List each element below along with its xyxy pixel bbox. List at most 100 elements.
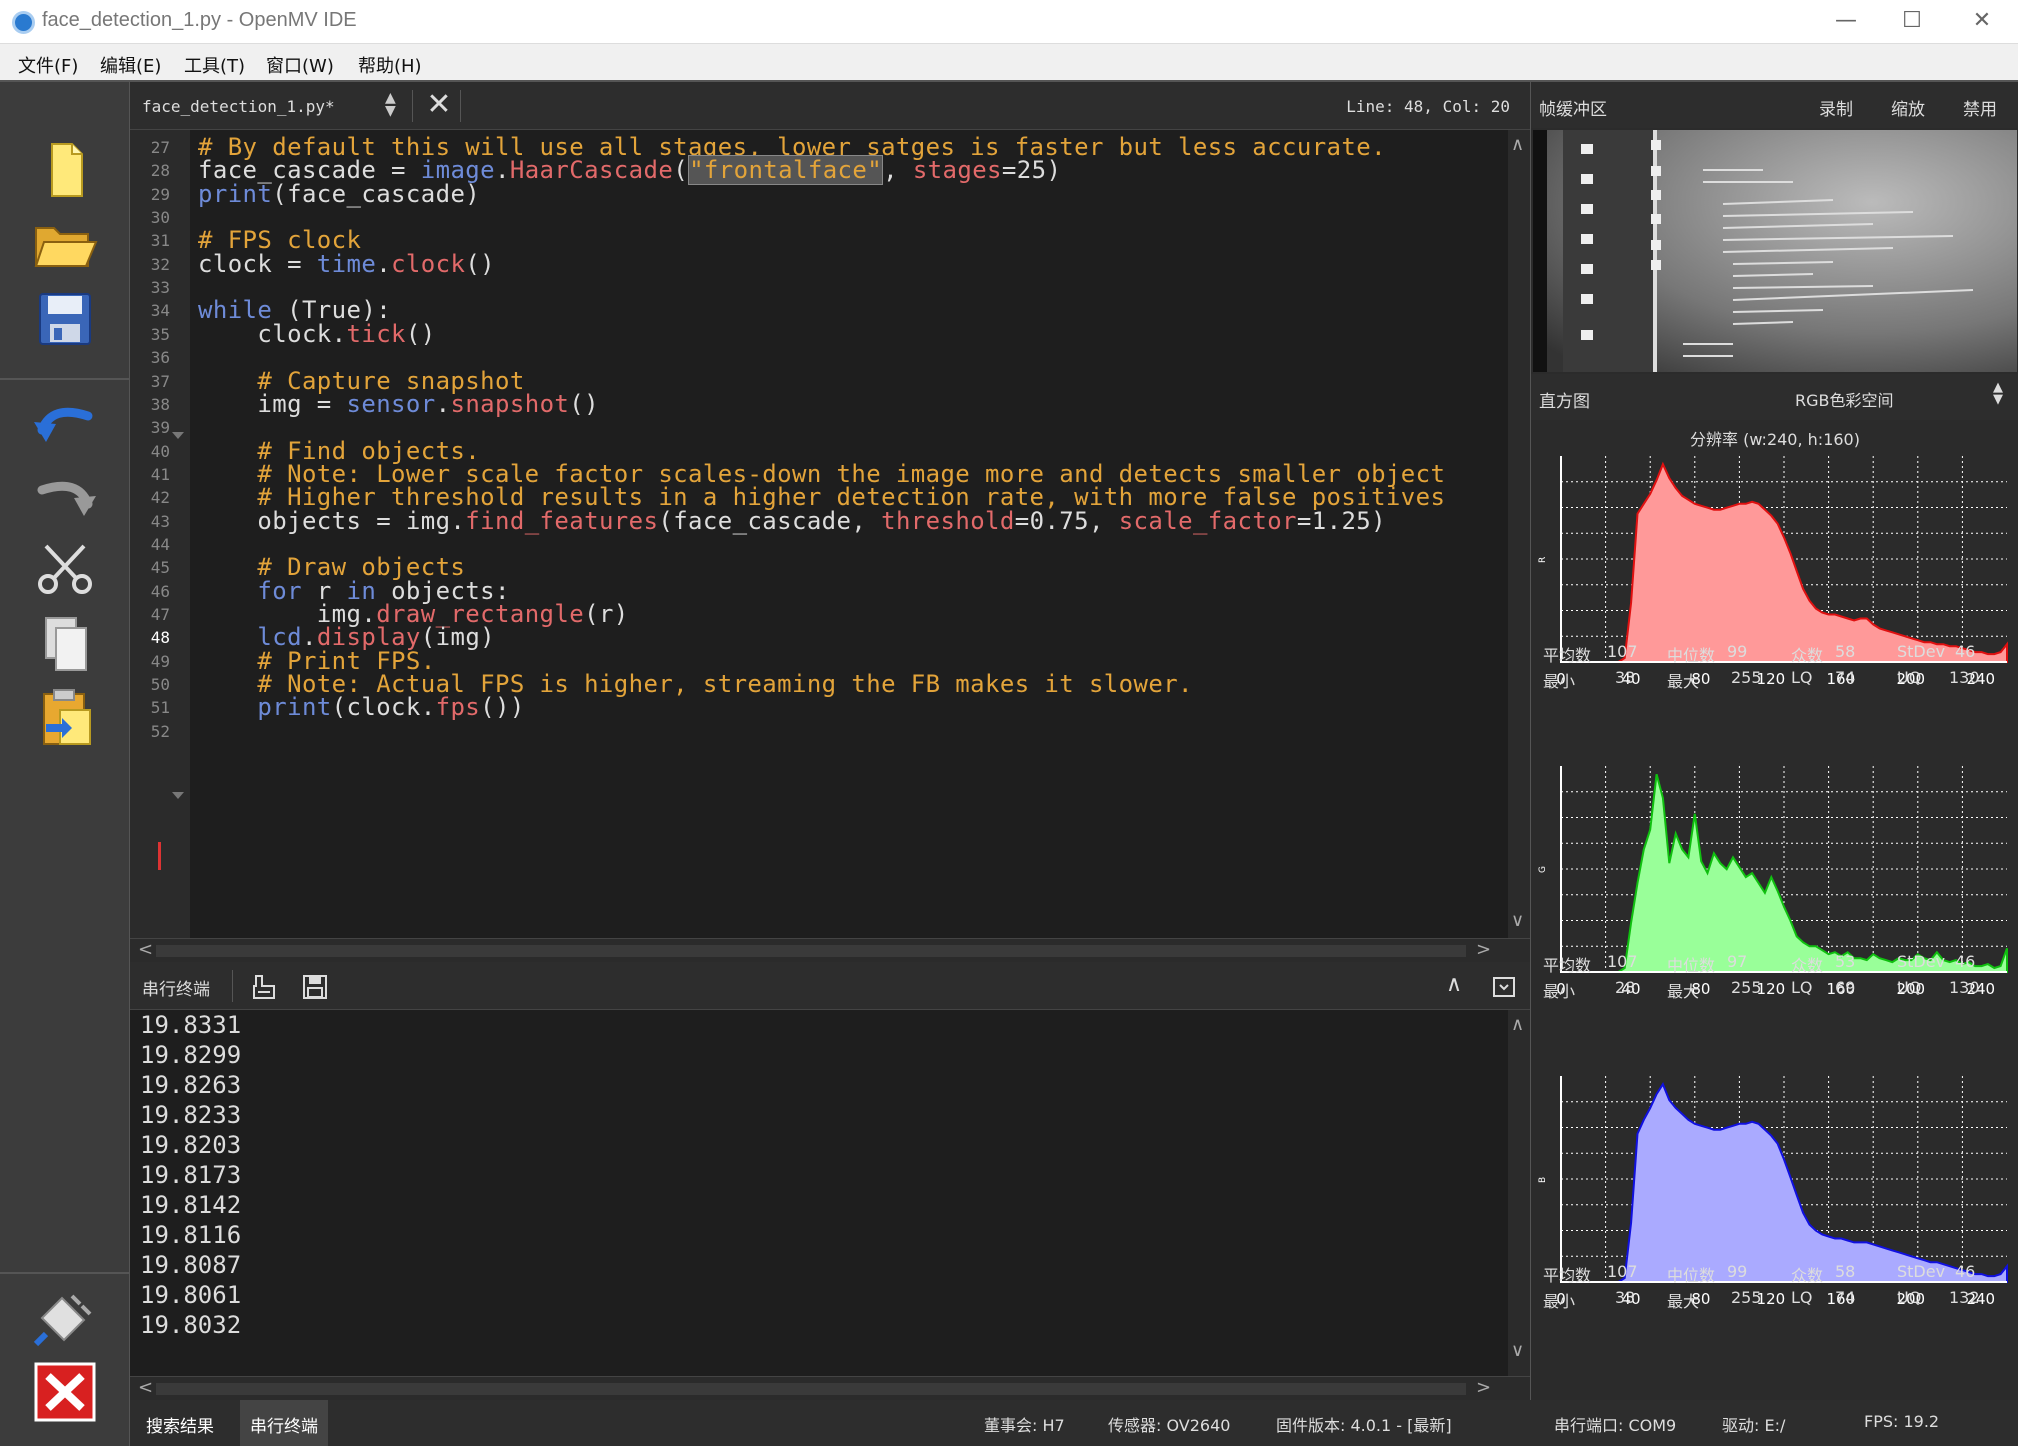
terminal-line: 19.8087 xyxy=(140,1251,242,1279)
scroll-thumb[interactable] xyxy=(156,1383,1466,1395)
line-number: 44 xyxy=(150,534,170,554)
stat-max-label: 最大 xyxy=(1667,672,1700,691)
undo-icon[interactable] xyxy=(32,394,98,454)
stat-max-label: 最大 xyxy=(1667,1292,1700,1311)
title-bar: face_detection_1.py - OpenMV IDE — ☐ ✕ xyxy=(0,0,2018,44)
stat-max: 255 xyxy=(1731,1288,1762,1307)
code-area[interactable]: # By default this will use all stages, l… xyxy=(198,130,1498,938)
line-number: 45 xyxy=(150,558,170,578)
clear-terminal-icon[interactable] xyxy=(250,972,280,1002)
channel-label: G xyxy=(1538,866,1548,873)
menu-help[interactable]: 帮助(H) xyxy=(358,52,422,78)
code-line[interactable]: clock.tick() xyxy=(198,319,436,349)
save-terminal-icon[interactable] xyxy=(300,972,330,1002)
stop-icon[interactable] xyxy=(32,1362,98,1422)
current-line-marker xyxy=(158,842,161,870)
terminal-line: 19.8233 xyxy=(140,1101,242,1129)
stat-lq: 74 xyxy=(1835,1288,1856,1307)
serial-terminal-output[interactable]: ∧ ∨ 19.8331 19.8299 19.8263 19.8233 19.8203 1… xyxy=(130,1010,1530,1376)
line-number: 40 xyxy=(150,441,170,461)
minimize-button[interactable]: — xyxy=(1826,8,1866,33)
line-number: 43 xyxy=(150,511,170,531)
open-folder-icon[interactable] xyxy=(32,214,98,274)
firmware-info[interactable]: 固件版本: 4.0.1 - [最新] xyxy=(1276,1412,1452,1436)
tab-divider xyxy=(460,90,461,122)
stat-max: 255 xyxy=(1731,978,1762,997)
code-line[interactable]: img = sensor.snapshot() xyxy=(198,389,599,419)
stat-std-label: StDev xyxy=(1897,1262,1946,1281)
fold-arrow-icon[interactable] xyxy=(172,432,184,439)
stat-uq-label: UQ xyxy=(1897,668,1922,687)
serial-terminal-label: 串行终端 xyxy=(142,980,210,1000)
terminal-horizontal-scrollbar[interactable]: < > xyxy=(130,1376,1530,1400)
stat-mean-label: 平均数 xyxy=(1543,646,1592,665)
redo-icon[interactable] xyxy=(32,468,98,528)
toolbar-divider xyxy=(0,1272,130,1274)
connect-plug-icon[interactable] xyxy=(32,1288,98,1348)
terminal-vertical-scrollbar[interactable]: ∧ ∨ xyxy=(1508,1010,1530,1376)
stat-lq-label: LQ xyxy=(1791,668,1813,687)
stat-median: 99 xyxy=(1727,1262,1748,1281)
line-number: 46 xyxy=(150,581,170,601)
file-tab-name[interactable]: face_detection_1.py* xyxy=(142,97,335,116)
menu-window[interactable]: 窗口(W) xyxy=(266,52,334,78)
openmv-logo-icon xyxy=(12,11,35,34)
line-number: 34 xyxy=(150,301,170,321)
fold-arrow-icon[interactable] xyxy=(172,792,184,799)
record-button[interactable]: 录制 xyxy=(1819,95,1853,120)
stat-uq: 130 xyxy=(1949,978,1980,997)
colorspace-arrow-icon[interactable]: ▲ ▼ xyxy=(1993,381,2003,406)
stat-mean-label: 平均数 xyxy=(1543,956,1592,975)
stat-median: 99 xyxy=(1727,642,1748,661)
collapse-panel-icon[interactable]: ∧ xyxy=(1446,972,1462,997)
stat-max-label: 最大 xyxy=(1667,982,1700,1001)
menu-tools[interactable]: 工具(T) xyxy=(184,52,245,78)
save-icon[interactable] xyxy=(32,288,98,348)
code-line[interactable]: objects = img.find_features(face_cascade… xyxy=(198,506,1386,536)
tab-switch-icon[interactable]: ▲ ▼ xyxy=(385,91,396,118)
close-tab-icon[interactable]: ✕ xyxy=(422,88,456,122)
terminal-line: 19.8331 xyxy=(140,1011,242,1039)
terminal-line: 19.8299 xyxy=(140,1041,242,1069)
close-window-button[interactable]: ✕ xyxy=(1962,8,2002,33)
line-number: 32 xyxy=(150,254,170,274)
zoom-button[interactable]: 缩放 xyxy=(1891,95,1925,120)
colorspace-select[interactable]: RGB色彩空间 xyxy=(1795,387,1894,411)
maximize-button[interactable]: ☐ xyxy=(1892,8,1932,33)
terminal-line: 19.8032 xyxy=(140,1311,242,1339)
line-number: 37 xyxy=(150,371,170,391)
line-number: 42 xyxy=(150,488,170,508)
scroll-thumb[interactable] xyxy=(156,945,1466,957)
terminal-line: 19.8116 xyxy=(140,1221,242,1249)
line-number: 27 xyxy=(150,138,170,157)
copy-icon[interactable] xyxy=(32,614,98,674)
tab-serial-terminal[interactable]: 串行终端 xyxy=(240,1400,328,1446)
histogram-area xyxy=(1561,1082,2008,1283)
stat-std: 46 xyxy=(1955,952,1976,971)
cut-icon[interactable] xyxy=(32,540,98,600)
editor-vertical-scrollbar[interactable]: ∧ ∨ xyxy=(1508,130,1530,938)
menu-edit[interactable]: 编辑(E) xyxy=(100,52,161,78)
stat-lq-label: LQ xyxy=(1791,978,1813,997)
tab-search-results[interactable]: 搜索结果 xyxy=(136,1400,224,1446)
line-number: 28 xyxy=(150,161,170,181)
disable-button[interactable]: 禁用 xyxy=(1963,95,1997,120)
terminal-line: 19.8061 xyxy=(140,1281,242,1309)
stat-std-label: StDev xyxy=(1897,952,1946,971)
line-number: 33 xyxy=(150,278,170,298)
line-number: 51 xyxy=(150,698,170,718)
code-line[interactable]: clock = time.clock() xyxy=(198,249,495,279)
frame-buffer-image[interactable] xyxy=(1533,130,2017,372)
openmv-ide-window: face_detection_1.py - OpenMV IDE — ☐ ✕ 文… xyxy=(0,0,2018,1446)
stat-mode: 58 xyxy=(1835,642,1856,661)
code-line[interactable]: print(clock.fps()) xyxy=(198,692,525,722)
toggle-panel-icon[interactable] xyxy=(1492,976,1516,998)
paste-icon[interactable] xyxy=(32,688,98,748)
code-line[interactable]: print(face_cascade) xyxy=(198,179,480,209)
menu-file[interactable]: 文件(F) xyxy=(18,52,78,78)
new-file-icon[interactable] xyxy=(32,140,98,200)
terminal-line: 19.8173 xyxy=(140,1161,242,1189)
drive-info[interactable]: 驱动: E:/ xyxy=(1722,1412,1785,1436)
stat-max: 255 xyxy=(1731,668,1762,687)
editor-horizontal-scrollbar[interactable]: < > xyxy=(130,938,1530,962)
